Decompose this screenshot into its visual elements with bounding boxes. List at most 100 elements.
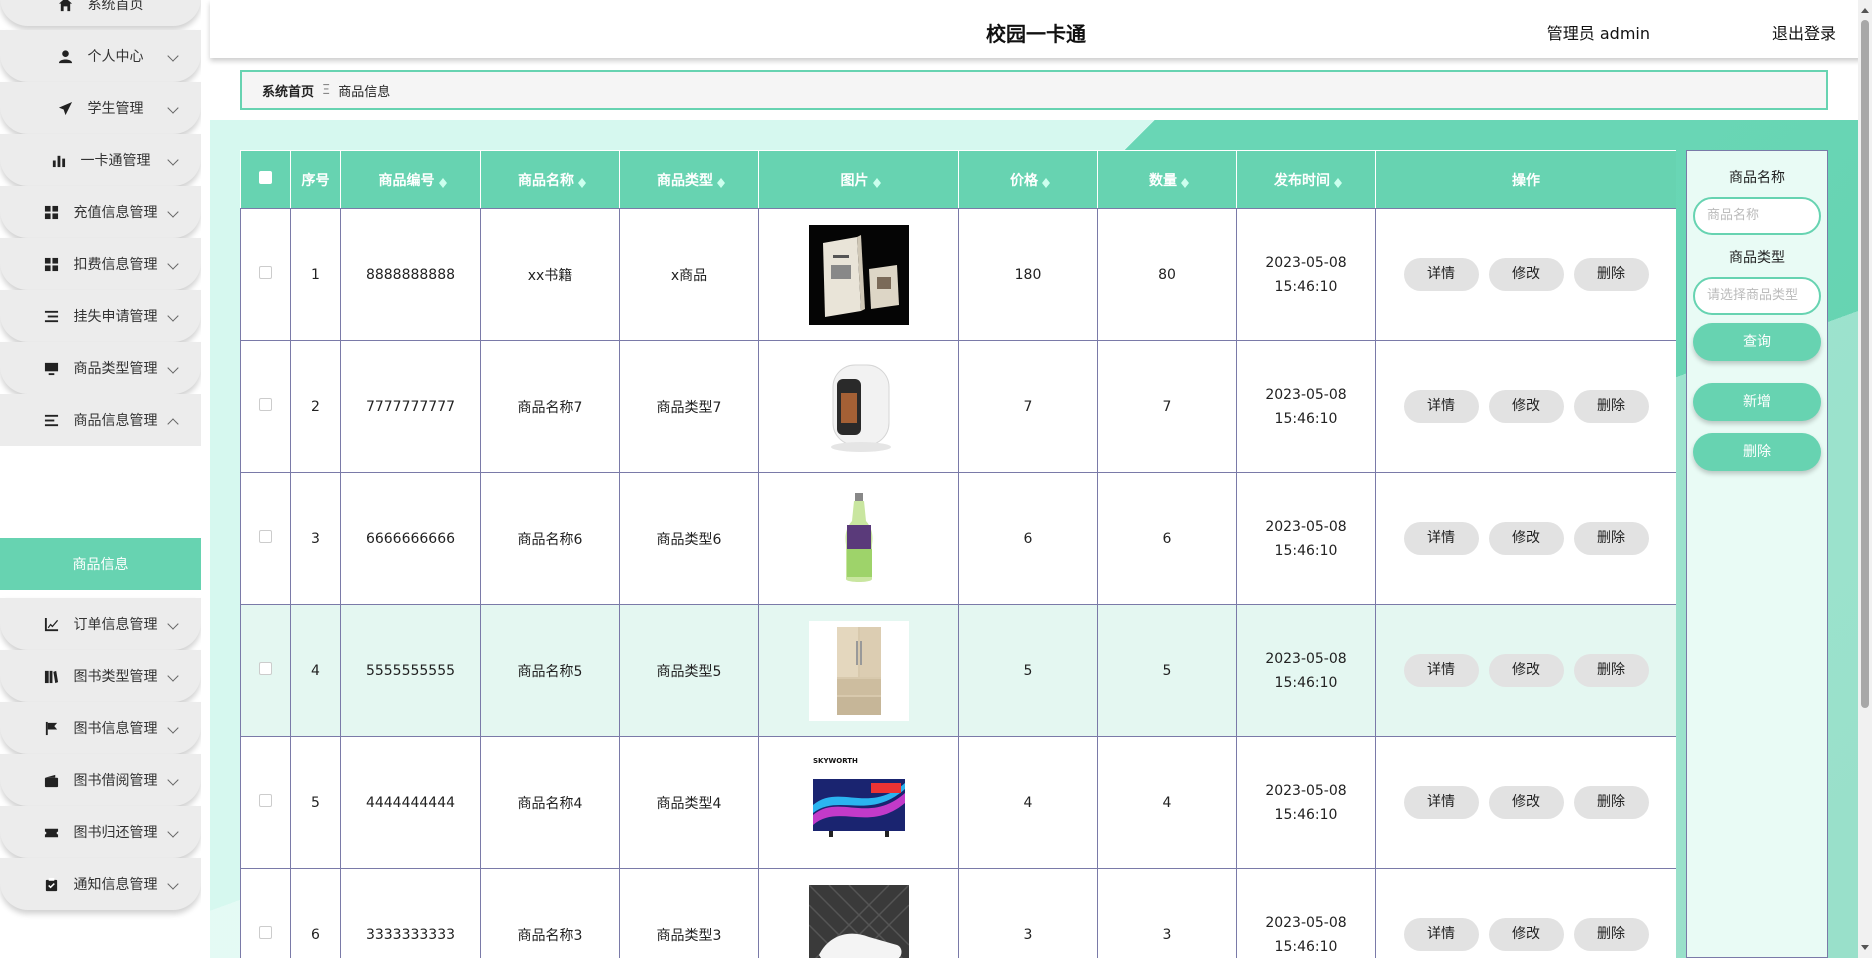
detail-button[interactable]: 详情: [1403, 390, 1479, 423]
heater-image[interactable]: [808, 356, 909, 457]
cell-image: [758, 472, 959, 605]
cell-qty: 4: [1097, 736, 1237, 869]
sidebar-item-goods-type[interactable]: 商品类型管理: [0, 342, 201, 394]
column-header[interactable]: 商品名称: [480, 150, 620, 209]
cell-time: 2023-05-08 15:46:10: [1236, 208, 1376, 341]
sidebar-item-orders[interactable]: 订单信息管理: [0, 598, 201, 650]
row-checkbox[interactable]: [259, 926, 272, 939]
sidebar-item-label: 扣费信息管理: [73, 257, 158, 273]
detail-button[interactable]: 详情: [1403, 258, 1479, 291]
delete-button[interactable]: 删除: [1573, 654, 1649, 687]
edit-button[interactable]: 修改: [1488, 918, 1564, 951]
cell-image: [758, 604, 959, 737]
wallet-icon: [44, 772, 60, 788]
edit-button[interactable]: 修改: [1488, 390, 1564, 423]
sidebar-item-book-info[interactable]: 图书信息管理: [0, 702, 201, 754]
select-all-cell[interactable]: [240, 150, 291, 209]
edit-button[interactable]: 修改: [1488, 786, 1564, 819]
detail-button[interactable]: 详情: [1403, 522, 1479, 555]
edit-button[interactable]: 修改: [1488, 522, 1564, 555]
delete-button[interactable]: 删除: [1573, 786, 1649, 819]
sidebar-item-deduct[interactable]: 扣费信息管理: [0, 238, 201, 290]
cell-actions: 详情 修改 删除: [1375, 472, 1676, 605]
sidebar-item-label: 学生管理: [87, 101, 144, 117]
row-checkbox[interactable]: [259, 662, 272, 675]
delete-button[interactable]: 删除: [1573, 390, 1649, 423]
sidebar-item-book-type[interactable]: 图书类型管理: [0, 650, 201, 702]
detail-button[interactable]: 详情: [1403, 918, 1479, 951]
sidebar-item-loss[interactable]: 挂失申请管理: [0, 290, 201, 342]
row-checkbox[interactable]: [259, 794, 272, 807]
cell-type: 商品类型6: [619, 472, 759, 605]
edit-button[interactable]: 修改: [1488, 258, 1564, 291]
breadcrumb: 系统首页 Ξ 商品信息: [240, 70, 1828, 110]
sidebar-item-card[interactable]: 一卡通管理: [0, 134, 201, 186]
top-header: 校园一卡通 管理员 admin 退出登录: [210, 0, 1862, 58]
chevron-down-icon: [167, 878, 179, 890]
type-select[interactable]: 请选择商品类型: [1693, 277, 1821, 315]
chevron-down-icon: [167, 206, 179, 218]
sidebar-item-students[interactable]: 学生管理: [0, 82, 201, 134]
sidebar-item-home[interactable]: 系统首页: [0, 0, 201, 26]
row-checkbox[interactable]: [259, 398, 272, 411]
column-header: 序号: [290, 150, 341, 209]
current-user: 管理员 admin: [1546, 24, 1650, 43]
bottle-image[interactable]: [808, 488, 909, 589]
detail-button[interactable]: 详情: [1403, 654, 1479, 687]
sidebar-item-personal[interactable]: 个人中心: [0, 30, 201, 82]
cell-price: 7: [958, 340, 1098, 473]
user-icon: [58, 48, 74, 64]
search-panel: 商品名称 商品名称 商品类型 请选择商品类型 查询 新增 删除: [1686, 150, 1828, 958]
column-header[interactable]: 发布时间: [1236, 150, 1376, 209]
list-icon: [44, 308, 60, 324]
sidebar-item-return[interactable]: 图书归还管理: [0, 806, 201, 858]
batch-delete-button[interactable]: 删除: [1693, 433, 1821, 471]
sidebar: 系统首页 个人中心 学生管理 一卡通管理 充值信息管理 扣费信息管理 挂失申请管…: [0, 0, 201, 958]
page-scrollbar[interactable]: [1858, 0, 1872, 958]
column-header[interactable]: 商品类型: [619, 150, 759, 209]
chevron-down-icon: [167, 774, 179, 786]
row-checkbox[interactable]: [259, 266, 272, 279]
sidebar-item-notice[interactable]: 通知信息管理: [0, 858, 201, 910]
name-search-input[interactable]: 商品名称: [1693, 197, 1821, 235]
logout-link[interactable]: 退出登录: [1772, 20, 1836, 44]
delete-button[interactable]: 删除: [1573, 258, 1649, 291]
cell-code: 3333333333: [340, 868, 481, 958]
table-row: 4 5555555555 商品名称5 商品类型5 5 5 2023-05-08 …: [240, 604, 1676, 737]
cell-index: 4: [290, 604, 341, 737]
breadcrumb-home[interactable]: 系统首页: [262, 81, 314, 100]
sidebar-item-label: 图书类型管理: [73, 669, 158, 685]
sidebar-item-recharge[interactable]: 充值信息管理: [0, 186, 201, 238]
cell-index: 1: [290, 208, 341, 341]
column-header[interactable]: 数量: [1097, 150, 1237, 209]
cell-image: [758, 208, 959, 341]
select-all-checkbox[interactable]: [259, 171, 272, 184]
cell-actions: 详情 修改 删除: [1375, 208, 1676, 341]
cell-code: 8888888888: [340, 208, 481, 341]
sidebar-item-goods-info[interactable]: 商品信息管理: [0, 394, 201, 446]
scroll-thumb[interactable]: [1861, 20, 1869, 708]
scroll-down-icon[interactable]: [1861, 945, 1869, 954]
edit-button[interactable]: 修改: [1488, 654, 1564, 687]
column-header[interactable]: 商品编号: [340, 150, 481, 209]
shoe-image[interactable]: [808, 884, 909, 958]
chevron-down-icon: [167, 50, 179, 62]
row-checkbox[interactable]: [259, 530, 272, 543]
scroll-up-icon[interactable]: [1861, 4, 1869, 13]
add-button[interactable]: 新增: [1693, 383, 1821, 421]
line-chart-icon: [44, 616, 60, 632]
sidebar-item-borrow[interactable]: 图书借阅管理: [0, 754, 201, 806]
cell-image: [758, 340, 959, 473]
delete-button[interactable]: 删除: [1573, 522, 1649, 555]
delete-button[interactable]: 删除: [1573, 918, 1649, 951]
detail-button[interactable]: 详情: [1403, 786, 1479, 819]
tv-image[interactable]: SKYWORTH: [808, 752, 909, 853]
column-header[interactable]: 图片: [758, 150, 959, 209]
cell-price: 4: [958, 736, 1098, 869]
chevron-down-icon: [167, 618, 179, 630]
query-button[interactable]: 查询: [1693, 323, 1821, 361]
fridge-image[interactable]: [808, 620, 909, 721]
column-header[interactable]: 价格: [958, 150, 1098, 209]
sidebar-subitem-goods-info[interactable]: 商品信息: [0, 538, 201, 590]
book-image[interactable]: [808, 224, 909, 325]
